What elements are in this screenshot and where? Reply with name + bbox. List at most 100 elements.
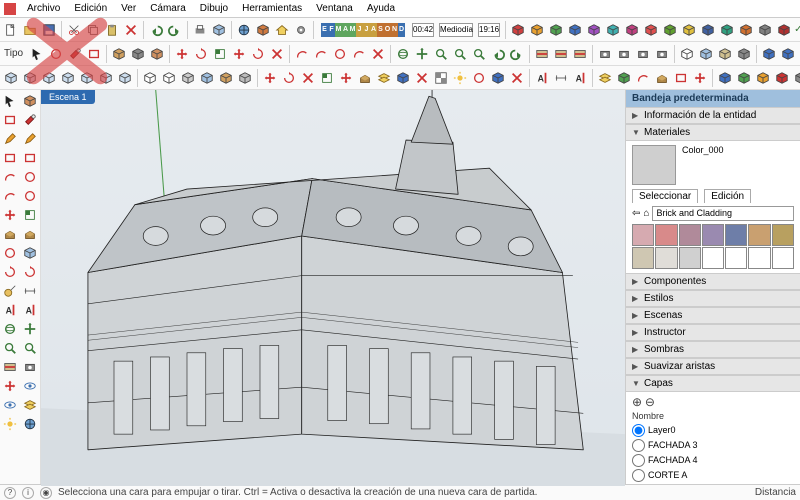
right-icon[interactable] (59, 69, 77, 87)
menu-ventana[interactable]: Ventana (309, 1, 360, 16)
eraser-icon[interactable] (85, 45, 103, 63)
material-swatch-11[interactable] (725, 247, 747, 269)
new-file-icon[interactable] (2, 21, 20, 39)
layers-remove-icon[interactable]: ⊖ (645, 395, 655, 409)
panel-capas[interactable]: ▼Capas (626, 375, 800, 392)
lasso-icon[interactable] (47, 45, 65, 63)
panel-sombras[interactable]: ▶Sombras (626, 341, 800, 358)
transform-icon-1[interactable] (192, 45, 210, 63)
follow-me[interactable] (21, 225, 39, 243)
materials-tab-select[interactable]: Seleccionar (632, 189, 698, 203)
print-icon[interactable] (191, 21, 209, 39)
layer-row[interactable]: FACHADA 3 (632, 438, 794, 453)
transform-icon-0[interactable] (173, 45, 191, 63)
arc-tool[interactable] (1, 168, 19, 186)
3d-text[interactable]: A (21, 301, 39, 319)
section-fill-icon[interactable] (571, 45, 589, 63)
ext-tool-b2[interactable] (299, 69, 317, 87)
plugin-icon-11[interactable] (718, 21, 736, 39)
text-icon[interactable]: A (533, 69, 551, 87)
delete-icon[interactable] (122, 21, 140, 39)
previous-view-icon[interactable] (489, 45, 507, 63)
layers-tool[interactable] (21, 396, 39, 414)
ext-tool-b4[interactable] (337, 69, 355, 87)
menu-edicion[interactable]: Edición (67, 1, 114, 16)
materials-home-icon[interactable]: ⌂ (643, 208, 649, 219)
ext-tool-b1[interactable] (280, 69, 298, 87)
plugin-icon-2[interactable] (547, 21, 565, 39)
status-info-icon[interactable]: i (22, 487, 34, 499)
offset-tool[interactable] (1, 244, 19, 262)
polygon-tool[interactable] (21, 187, 39, 205)
look-around-icon[interactable] (653, 45, 671, 63)
scale-tool[interactable] (21, 206, 39, 224)
viewport-3d[interactable]: Escena 1 (41, 90, 625, 484)
shaded-icon[interactable] (198, 69, 216, 87)
ext-tool-b0[interactable] (261, 69, 279, 87)
monochrome-icon[interactable] (236, 69, 254, 87)
gear-icon[interactable] (292, 21, 310, 39)
shaded-tex-icon[interactable] (217, 69, 235, 87)
walk-tool[interactable] (1, 396, 19, 414)
bottom-icon[interactable] (116, 69, 134, 87)
curve-tool-2[interactable] (331, 45, 349, 63)
save-file-icon[interactable] (40, 21, 58, 39)
plugin-icon-8[interactable] (661, 21, 679, 39)
material-swatch-2[interactable] (679, 224, 701, 246)
style4-icon[interactable] (735, 45, 753, 63)
status-user-icon[interactable]: ◉ (40, 487, 52, 499)
panel-entity-info[interactable]: ▶Información de la entidad (626, 107, 800, 124)
front-icon[interactable] (40, 69, 58, 87)
orbit-icon[interactable] (394, 45, 412, 63)
outer-shell[interactable] (21, 244, 39, 262)
status-help-icon[interactable]: ? (4, 487, 16, 499)
curve-tool-3[interactable] (350, 45, 368, 63)
pan-icon[interactable] (413, 45, 431, 63)
tape-tool[interactable] (1, 282, 19, 300)
material-swatch-9[interactable] (679, 247, 701, 269)
plugin-icon-4[interactable] (585, 21, 603, 39)
plugin-icon-7[interactable] (642, 21, 660, 39)
transform-icon-3[interactable] (230, 45, 248, 63)
look-around[interactable] (21, 377, 39, 395)
layer-radio[interactable] (632, 424, 645, 437)
material-swatch-6[interactable] (772, 224, 794, 246)
sandbox-icon-4[interactable] (672, 69, 690, 87)
ext-tool-b3[interactable] (318, 69, 336, 87)
ext-tool-b7[interactable] (394, 69, 412, 87)
pan-tool[interactable] (21, 320, 39, 338)
materials-tab-edit[interactable]: Edición (704, 189, 751, 203)
make-component[interactable] (21, 92, 39, 110)
undo-icon[interactable] (147, 21, 165, 39)
ext-tool-b11[interactable] (470, 69, 488, 87)
material-swatch-7[interactable] (632, 247, 654, 269)
ext-tool-b5[interactable] (356, 69, 374, 87)
transform-icon-4[interactable] (249, 45, 267, 63)
ext-tool-b12[interactable] (489, 69, 507, 87)
sun-tool[interactable] (1, 415, 19, 433)
ext-tool-c3[interactable] (773, 69, 791, 87)
style1-icon[interactable] (678, 45, 696, 63)
ext-tool-b13[interactable] (508, 69, 526, 87)
material-swatch-1[interactable] (655, 224, 677, 246)
zoom-icon[interactable] (432, 45, 450, 63)
material-swatch-3[interactable] (702, 224, 724, 246)
curve-tool-0[interactable] (293, 45, 311, 63)
section-display-icon[interactable] (552, 45, 570, 63)
component-icon[interactable] (110, 45, 128, 63)
ext-tool-c2[interactable] (754, 69, 772, 87)
panel-estilos[interactable]: ▶Estilos (626, 290, 800, 307)
plugin-icon-14[interactable] (775, 21, 793, 39)
material-swatch-13[interactable] (772, 247, 794, 269)
layer-radio[interactable] (632, 469, 645, 482)
plugin-icon-10[interactable] (699, 21, 717, 39)
panel-componentes[interactable]: ▶Componentes (626, 273, 800, 290)
shadow-month-strip[interactable]: EFMAMJJASOND (321, 23, 405, 37)
layers-add-icon[interactable]: ⊕ (632, 395, 642, 409)
pushpull-tool[interactable] (1, 225, 19, 243)
ext-tool-b6[interactable] (375, 69, 393, 87)
ext-tool-a0[interactable] (760, 45, 778, 63)
warehouse-icon[interactable] (235, 21, 253, 39)
ext-tool-b10[interactable] (451, 69, 469, 87)
plugin-icon-9[interactable] (680, 21, 698, 39)
